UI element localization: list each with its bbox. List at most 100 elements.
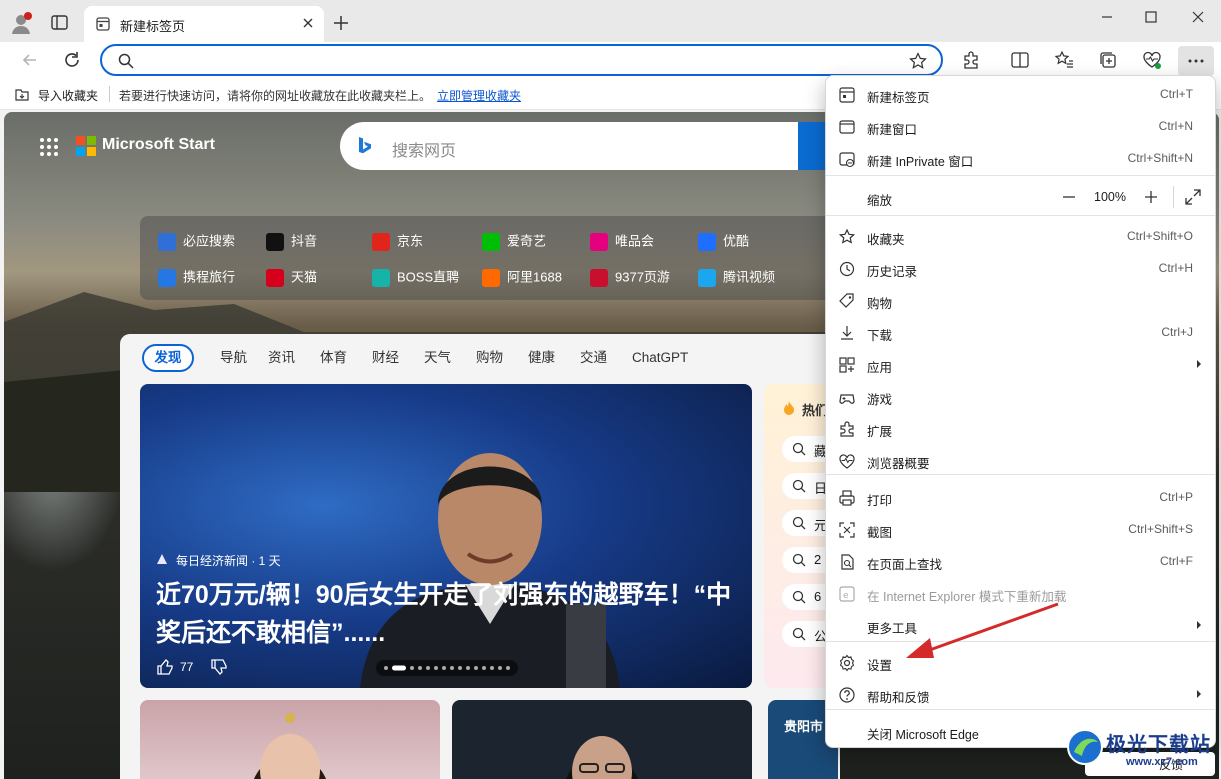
menu-item-shopping-tag[interactable]: 购物 xyxy=(826,284,1215,316)
menu-item-history[interactable]: 历史记录 Ctrl+H xyxy=(826,252,1215,284)
feed-tab[interactable]: 导航 xyxy=(220,348,247,368)
manage-favorites-link[interactable]: 立即管理收藏夹 xyxy=(437,87,521,104)
quick-link[interactable]: 爱奇艺 xyxy=(482,231,546,251)
quick-link[interactable]: 优酷 xyxy=(698,231,749,251)
import-favorites-icon xyxy=(14,86,30,102)
close-tab-icon[interactable] xyxy=(300,15,316,31)
quick-link[interactable]: 京东 xyxy=(372,231,423,251)
feed-tab[interactable]: 发现 xyxy=(142,344,194,372)
quick-link[interactable]: 必应搜索 xyxy=(158,231,235,251)
submenu-arrow-icon xyxy=(1195,688,1203,700)
feed-tab[interactable]: ChatGPT xyxy=(632,348,688,368)
minimize-icon[interactable] xyxy=(1092,6,1122,28)
menu-item-print[interactable]: 打印 Ctrl+P xyxy=(826,481,1215,513)
extensions-puzzle-icon[interactable] xyxy=(961,50,981,70)
quick-link-label: 9377页游 xyxy=(615,269,670,285)
menu-item-label: 浏览器概要 xyxy=(867,457,930,471)
menu-item-help[interactable]: 帮助和反馈 xyxy=(826,678,1215,710)
tencent-video-icon xyxy=(698,268,716,287)
feed-tab[interactable]: 资讯 xyxy=(268,348,295,368)
menu-item-label: 扩展 xyxy=(867,425,893,439)
import-favorites-button[interactable]: 导入收藏夹 xyxy=(38,87,98,104)
menu-item-label: 设置 xyxy=(867,659,893,673)
address-input[interactable] xyxy=(142,50,892,70)
quick-link[interactable]: 天猫 xyxy=(266,267,317,287)
tab-actions-icon[interactable] xyxy=(50,14,70,32)
thumbs-up-icon[interactable] xyxy=(156,658,174,676)
news-card-image-man[interactable] xyxy=(452,700,752,779)
back-arrow-icon[interactable] xyxy=(20,50,40,70)
app-launcher-icon[interactable] xyxy=(38,136,60,158)
refresh-icon[interactable] xyxy=(62,50,82,70)
douyin-icon xyxy=(266,232,284,251)
submenu-arrow-icon xyxy=(1195,619,1203,631)
quick-link-label: 携程旅行 xyxy=(183,269,236,285)
menu-item-favorites[interactable]: 收藏夹 Ctrl+Shift+O xyxy=(826,220,1215,252)
quick-links-panel: 必应搜索 抖音 京东 爱奇艺 唯品会 优酷携程旅行 天猫 BOSS直聘 阿里1688 9377页游… xyxy=(140,216,840,300)
menu-item-new-tab[interactable]: 新建标签页 Ctrl+T xyxy=(826,78,1215,110)
news-source[interactable]: 每日经济新闻 · 1 天 xyxy=(176,552,281,569)
add-favorite-star-icon[interactable] xyxy=(909,52,927,70)
menu-item-label: 购物 xyxy=(867,297,893,311)
menu-item-label: 帮助和反馈 xyxy=(867,691,930,705)
tab-new-tab[interactable]: 新建标签页 xyxy=(84,6,324,42)
menu-item-new-window[interactable]: 新建窗口 Ctrl+N xyxy=(826,110,1215,142)
news-card-image-woman[interactable] xyxy=(140,700,440,779)
microsoft-start-brand[interactable]: Microsoft Start xyxy=(102,136,215,154)
menu-item-screenshot[interactable]: 截图 Ctrl+Shift+S xyxy=(826,513,1215,545)
menu-item-label: 应用 xyxy=(867,361,893,375)
search-icon xyxy=(792,590,806,604)
menu-item-shortcut: Ctrl+H xyxy=(1158,261,1193,275)
settings-and-more-button[interactable] xyxy=(1178,46,1214,76)
address-bar[interactable] xyxy=(100,44,943,76)
menu-item-extensions[interactable]: 扩展 xyxy=(826,412,1215,444)
menu-item-browser-essentials[interactable]: 浏览器概要 xyxy=(826,444,1215,476)
extensions-icon xyxy=(838,420,856,438)
split-screen-icon[interactable] xyxy=(1010,50,1030,70)
quick-link[interactable]: 9377页游 xyxy=(590,267,670,287)
inprivate-icon xyxy=(838,150,856,168)
menu-item-inprivate[interactable]: 新建 InPrivate 窗口 Ctrl+Shift+N xyxy=(826,142,1215,174)
thumbs-down-icon[interactable] xyxy=(210,658,228,676)
apps-icon xyxy=(838,356,856,374)
news-headline[interactable]: 近70万元/辆！90后女生开走了刘强东的越野车！“中奖后还不敢相信”...... xyxy=(156,576,736,652)
favorites-icon xyxy=(838,228,856,246)
quick-link[interactable]: 抖音 xyxy=(266,231,317,251)
hero-news-card[interactable]: 每日经济新闻 · 1 天 近70万元/辆！90后女生开走了刘强东的越野车！“中奖… xyxy=(140,384,752,688)
favorites-list-icon[interactable] xyxy=(1054,50,1074,70)
menu-item-games[interactable]: 游戏 xyxy=(826,380,1215,412)
menu-item-label: 历史记录 xyxy=(867,265,918,279)
new-window-icon xyxy=(838,118,856,136)
quick-link[interactable]: BOSS直聘 xyxy=(372,267,459,287)
quick-link[interactable]: 腾讯视频 xyxy=(698,267,775,287)
feed-tab[interactable]: 健康 xyxy=(528,348,555,368)
quick-link[interactable]: 唯品会 xyxy=(590,231,654,251)
download-icon xyxy=(838,324,856,342)
new-tab-plus-icon[interactable] xyxy=(332,14,350,32)
trending-text: 2 xyxy=(814,552,822,567)
profile-avatar[interactable] xyxy=(8,10,34,36)
feed-tab[interactable]: 财经 xyxy=(372,348,399,368)
web-search-box[interactable]: 搜索网页 xyxy=(340,122,840,170)
menu-item-download[interactable]: 下载 Ctrl+J xyxy=(826,316,1215,348)
zoom-out-minus-icon[interactable] xyxy=(1060,188,1078,206)
submenu-arrow-icon xyxy=(1195,358,1203,370)
menu-item-find[interactable]: 在页面上查找 Ctrl+F xyxy=(826,545,1215,577)
collections-icon[interactable] xyxy=(1098,50,1118,70)
zoom-in-plus-icon[interactable] xyxy=(1142,188,1160,206)
menu-item-label: 新建 InPrivate 窗口 xyxy=(867,155,974,169)
window-close-icon[interactable] xyxy=(1183,6,1213,28)
feed-tab[interactable]: 天气 xyxy=(424,348,451,368)
quick-link[interactable]: 携程旅行 xyxy=(158,267,235,287)
browser-essentials-heart-icon[interactable] xyxy=(1142,50,1162,70)
feed-tab[interactable]: 购物 xyxy=(476,348,503,368)
carousel-dots[interactable] xyxy=(376,660,518,676)
fullscreen-icon[interactable] xyxy=(1184,188,1202,206)
menu-item-apps[interactable]: 应用 xyxy=(826,348,1215,380)
quick-link[interactable]: 阿里1688 xyxy=(482,267,562,287)
maximize-icon[interactable] xyxy=(1136,6,1166,28)
feed-tab[interactable]: 交通 xyxy=(580,348,607,368)
search-icon xyxy=(792,479,806,493)
games-icon xyxy=(838,388,856,406)
feed-tab[interactable]: 体育 xyxy=(320,348,347,368)
